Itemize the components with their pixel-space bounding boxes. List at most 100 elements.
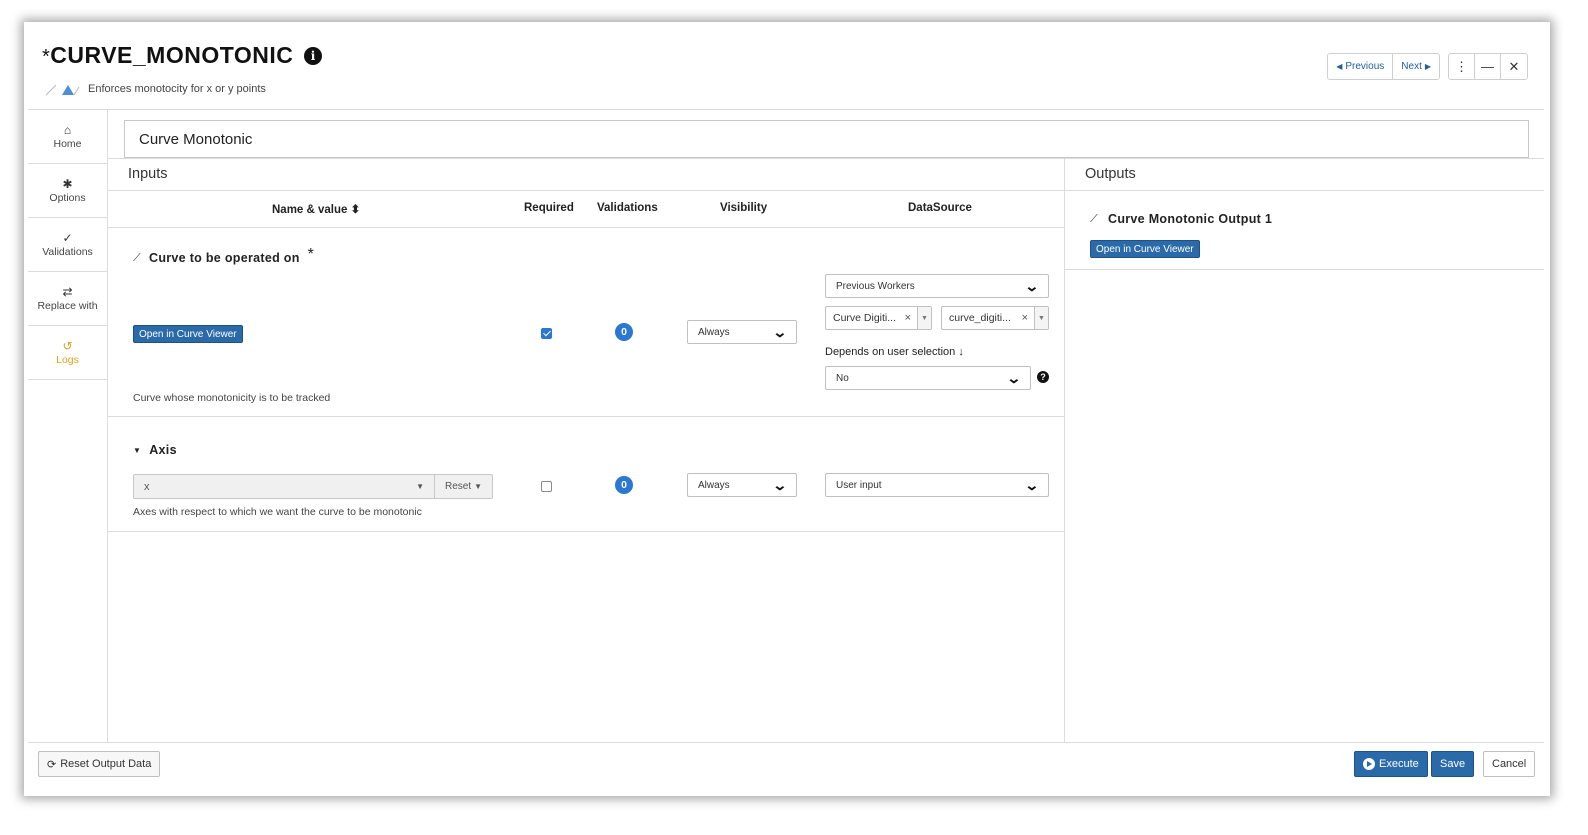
gear-icon: ✱ — [62, 176, 73, 191]
depends-label: Depends on user selection ↓ — [825, 346, 964, 358]
visibility-select[interactable]: Always ⌄ — [687, 473, 797, 497]
outputs-title-divider — [1064, 190, 1544, 191]
param-axis-description: Axes with respect to which we want the c… — [133, 506, 422, 518]
worker-name-input[interactable]: Curve Monotonic — [124, 120, 1529, 158]
param-curve-description: Curve whose monotonicity is to be tracke… — [133, 392, 331, 404]
sidebar-item-label: Options — [49, 191, 86, 204]
history-icon: ↺ — [62, 338, 73, 353]
close-button[interactable]: ✕ — [1501, 54, 1527, 79]
next-label: Next — [1401, 61, 1422, 72]
param-curve-label: Curve to be operated on — [149, 251, 300, 265]
previous-button[interactable]: ◀ Previous — [1328, 54, 1394, 79]
outputs-title: Outputs — [1085, 166, 1136, 182]
chevron-down-icon: ⌄ — [1024, 277, 1040, 294]
validations-count-badge[interactable]: 0 — [615, 323, 633, 341]
required-checkbox[interactable] — [541, 481, 552, 492]
refresh-icon: ⟳ — [47, 758, 57, 771]
open-curve-viewer-button[interactable]: Open in Curve Viewer — [133, 325, 243, 343]
reset-button[interactable]: Reset ▼ — [435, 475, 492, 498]
output-item-title: ⟋ Curve Monotonic Output 1 — [1090, 212, 1272, 226]
visibility-value: Always — [698, 479, 730, 491]
open-curve-viewer-label: Open in Curve Viewer — [139, 328, 237, 340]
source-worker-value: Curve Digiti... — [833, 312, 897, 324]
caret-left-icon: ◀ — [1336, 62, 1343, 71]
header-divider — [28, 109, 1544, 110]
caret-right-icon: ▶ — [1424, 62, 1431, 71]
page-title: *CURVE_MONOTONIC i — [42, 42, 323, 69]
validations-count-badge[interactable]: 0 — [615, 476, 633, 494]
close-icon: ✕ — [1508, 58, 1520, 74]
next-button[interactable]: Next ▶ — [1393, 54, 1439, 79]
caret-down-icon[interactable]: ▼ — [917, 307, 931, 329]
nav-group: ◀ Previous Next ▶ — [1327, 53, 1440, 80]
visibility-select[interactable]: Always ⌄ — [687, 320, 797, 344]
caret-down-icon: ▼ — [416, 482, 424, 491]
more-options-button[interactable]: ⋮ — [1449, 54, 1475, 79]
worker-dialog: *CURVE_MONOTONIC i Enforces monotocity f… — [28, 26, 1544, 790]
play-icon — [1363, 758, 1375, 770]
curve-thumbnail-icon — [45, 84, 80, 96]
param-axis-title[interactable]: ▼ Axis — [133, 443, 177, 457]
clear-icon[interactable]: × — [905, 312, 911, 324]
panel-divider — [1064, 158, 1065, 742]
sidebar-item-home[interactable]: ⌂ Home — [28, 110, 107, 164]
sidebar-item-validations[interactable]: ✓ Validations — [28, 218, 107, 272]
validations-count: 0 — [621, 326, 627, 338]
minus-icon: — — [1481, 59, 1494, 74]
help-icon[interactable]: ? — [1037, 371, 1049, 383]
execute-label: Execute — [1379, 758, 1419, 770]
source-worker-select[interactable]: Curve Digiti... × ▼ — [825, 306, 932, 330]
source-output-value: curve_digiti... — [949, 312, 1011, 324]
column-name-value[interactable]: Name & value ⬍ — [272, 202, 360, 216]
column-visibility: Visibility — [720, 202, 768, 214]
info-icon[interactable]: i — [304, 47, 323, 65]
sidebar-item-label: Logs — [56, 353, 79, 366]
sidebar-item-label: Home — [53, 137, 82, 150]
sidebar: ⌂ Home ✱ Options ✓ Validations ⇄ Replace… — [28, 110, 108, 742]
source-output-select[interactable]: curve_digiti... × ▼ — [941, 306, 1049, 330]
depends-select[interactable]: No ⌄ — [825, 366, 1031, 390]
output-open-curve-viewer-button[interactable]: Open in Curve Viewer — [1090, 240, 1200, 258]
save-label: Save — [1440, 758, 1466, 770]
swap-icon: ⇄ — [62, 284, 73, 299]
datasource-value: User input — [836, 479, 882, 491]
reset-output-label: Reset Output Data — [60, 758, 152, 770]
column-header-divider — [108, 227, 1064, 228]
line-chart-icon: ⟋ — [133, 251, 141, 264]
clear-icon[interactable]: × — [1022, 312, 1028, 324]
sidebar-item-label: Replace with — [37, 299, 98, 312]
sidebar-item-replace-with[interactable]: ⇄ Replace with — [28, 272, 107, 326]
chevron-down-icon: ⌄ — [772, 476, 788, 493]
datasource-select[interactable]: User input ⌄ — [825, 473, 1049, 497]
window-controls: ⋮ — ✕ — [1448, 53, 1528, 80]
param-divider — [108, 416, 1064, 417]
execute-button[interactable]: Execute — [1354, 751, 1428, 777]
axis-select[interactable]: x ▼ Reset ▼ — [133, 474, 493, 499]
validations-count: 0 — [621, 479, 627, 491]
output-item-label: Curve Monotonic Output 1 — [1108, 212, 1273, 226]
previous-label: Previous — [1345, 61, 1385, 72]
cancel-button[interactable]: Cancel — [1483, 751, 1536, 777]
column-validations: Validations — [597, 202, 658, 214]
required-marker: * — [307, 246, 315, 263]
depends-text: Depends on user selection — [825, 346, 956, 358]
line-chart-icon: ⟋ — [1090, 212, 1098, 225]
sidebar-item-logs[interactable]: ↺ Logs — [28, 326, 107, 380]
reset-output-data-button[interactable]: ⟳ Reset Output Data — [38, 751, 161, 777]
caret-down-icon[interactable]: ▼ — [1034, 307, 1048, 329]
param-divider — [108, 531, 1064, 532]
minimize-button[interactable]: — — [1475, 54, 1501, 79]
sidebar-item-options[interactable]: ✱ Options — [28, 164, 107, 218]
worker-name-value: Curve Monotonic — [139, 130, 253, 148]
column-name-label: Name & value — [272, 204, 348, 216]
check-icon: ✓ — [62, 230, 73, 245]
save-button[interactable]: Save — [1431, 751, 1475, 777]
output-open-curve-viewer-label: Open in Curve Viewer — [1096, 243, 1194, 255]
kebab-icon: ⋮ — [1455, 58, 1468, 74]
arrow-down-icon: ↓ — [958, 346, 964, 358]
inputs-title: Inputs — [128, 166, 168, 182]
required-checkbox[interactable] — [541, 328, 552, 339]
datasource-select[interactable]: Previous Workers ⌄ — [825, 274, 1049, 298]
chevron-down-icon: ⌄ — [1024, 476, 1040, 493]
column-datasource: DataSource — [908, 202, 972, 214]
